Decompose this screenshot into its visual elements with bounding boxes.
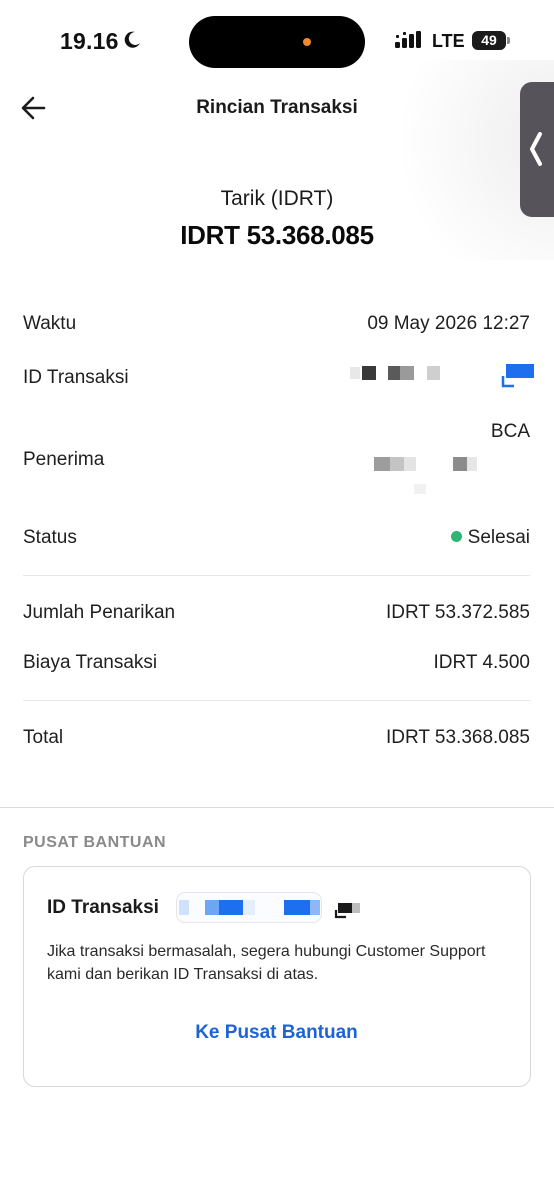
recipient-bank: BCA — [490, 421, 530, 442]
fee-value: IDRT 4.500 — [433, 652, 530, 673]
network-type: LTE — [432, 31, 465, 51]
divider — [23, 575, 530, 576]
status-text: Selesai — [467, 527, 530, 548]
battery-indicator: 49 — [472, 31, 510, 50]
transaction-amount: IDRT 53.368.085 — [180, 220, 374, 250]
total-value: IDRT 53.368.085 — [385, 727, 530, 748]
camera-indicator — [303, 38, 311, 46]
withdraw-amount-label: Jumlah Penarikan — [23, 602, 176, 623]
transaction-type: Tarik (IDRT) — [220, 187, 334, 210]
help-center-link[interactable]: Ke Pusat Bantuan — [24, 1022, 529, 1044]
help-description: Jika transaksi bermasalah, segera hubung… — [47, 943, 486, 983]
signal-icon — [395, 31, 421, 48]
status-time: 19.16 — [60, 28, 119, 54]
dynamic-island — [189, 16, 365, 68]
section-divider — [0, 807, 554, 808]
fee-label: Biaya Transaksi — [23, 652, 158, 673]
recipient-label: Penerima — [23, 449, 105, 470]
help-section-title: PUSAT BANTUAN — [23, 834, 167, 851]
total-label: Total — [23, 727, 64, 748]
transaction-id-label: ID Transaksi — [23, 367, 129, 388]
waktu-label: Waktu — [23, 313, 77, 334]
moon-icon — [124, 31, 140, 48]
waktu-value: 09 May 2026 12:27 — [367, 313, 530, 334]
help-id-label: ID Transaksi — [47, 897, 159, 918]
chevron-left-icon — [530, 132, 542, 166]
withdraw-amount-value: IDRT 53.372.585 — [385, 602, 530, 623]
status-success-dot — [450, 531, 462, 542]
divider — [23, 700, 530, 701]
help-card: ID Transaksi Jika transaksi bermasalah, … — [23, 866, 531, 1087]
status-bar: 19.16 LTE 49 — [0, 0, 554, 84]
status-value: Selesai — [450, 527, 530, 549]
help-transaction-id-redacted[interactable] — [176, 892, 322, 923]
copy-icon[interactable] — [500, 364, 534, 390]
copy-icon[interactable] — [334, 901, 364, 921]
page-title: Rincian Transaksi — [196, 97, 358, 118]
status-label: Status — [23, 527, 77, 548]
